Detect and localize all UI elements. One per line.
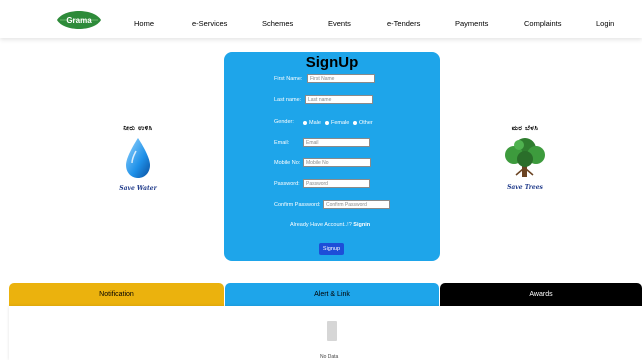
nav-home[interactable]: Home	[134, 19, 154, 28]
gender-female-label: Female	[331, 120, 350, 126]
confirm-password-label: Confirm Password:	[274, 202, 321, 208]
water-drop-icon	[126, 138, 150, 178]
save-trees-graphic: ಮರ ಬೆಳಸಿ Save Trees	[500, 124, 550, 191]
mobile-input[interactable]	[303, 158, 371, 167]
save-trees-kannada: ಮರ ಬೆಳಸಿ	[511, 124, 539, 132]
last-name-input[interactable]	[305, 95, 373, 104]
nav-events[interactable]: Events	[328, 19, 351, 28]
password-input[interactable]	[303, 179, 370, 188]
nav-e-services[interactable]: e-Services	[192, 19, 227, 28]
signup-button[interactable]: Signup	[319, 243, 344, 255]
last-name-label: Last name:	[274, 97, 302, 103]
gender-label: Gender:	[274, 119, 294, 125]
nav-schemes[interactable]: Schemes	[262, 19, 293, 28]
radio-dot-icon	[353, 121, 357, 125]
signup-card: SignUp	[224, 52, 440, 261]
email-input[interactable]	[303, 138, 370, 147]
top-navbar: Grama Home e-Services Schemes Events e-T…	[0, 0, 642, 38]
gender-male-radio[interactable]: Male	[303, 120, 321, 126]
gender-other-label: Other	[359, 120, 373, 126]
tree-icon	[505, 138, 545, 177]
nav-login[interactable]: Login	[596, 19, 614, 28]
tab-awards[interactable]: Awards	[440, 283, 642, 306]
tab-alert-link[interactable]: Alert & Link	[225, 283, 439, 306]
document-icon	[327, 321, 337, 341]
password-label: Password:	[274, 181, 300, 187]
signin-link[interactable]: Signin	[353, 222, 370, 228]
nav-complaints[interactable]: Complaints	[524, 19, 562, 28]
save-water-kannada: ನೀರು ಉಳಿಸಿ	[123, 124, 153, 132]
save-water-tagline: Save Water	[119, 185, 157, 192]
empty-state-text: No Data	[320, 354, 339, 360]
confirm-password-input[interactable]	[323, 200, 390, 209]
first-name-label: First Name:	[274, 76, 303, 82]
already-have-account-text: Already Have Account..!?	[290, 222, 352, 228]
site-logo[interactable]: Grama	[54, 8, 104, 32]
signup-title: SignUp	[305, 54, 359, 71]
gender-male-label: Male	[309, 120, 321, 126]
radio-dot-icon	[325, 121, 329, 125]
first-name-input[interactable]	[307, 74, 375, 83]
mobile-label: Mobile No:	[274, 160, 301, 166]
tab-content-panel	[9, 306, 642, 360]
nav-e-tenders[interactable]: e-Tenders	[387, 19, 420, 28]
logo-text: Grama	[66, 16, 92, 25]
tab-notification[interactable]: Notification	[9, 283, 224, 306]
email-label: Email:	[274, 140, 290, 146]
nav-payments[interactable]: Payments	[455, 19, 488, 28]
gender-female-radio[interactable]: Female	[325, 120, 349, 126]
signin-row: Already Have Account..!? Signin	[290, 222, 370, 228]
gender-other-radio[interactable]: Other	[353, 120, 373, 126]
save-trees-tagline: Save Trees	[507, 184, 543, 191]
leaf-logo-icon: Grama	[57, 11, 101, 29]
save-water-graphic: ನೀರು ಉಳಿಸಿ Save Water	[112, 124, 164, 192]
radio-dot-icon	[303, 121, 307, 125]
